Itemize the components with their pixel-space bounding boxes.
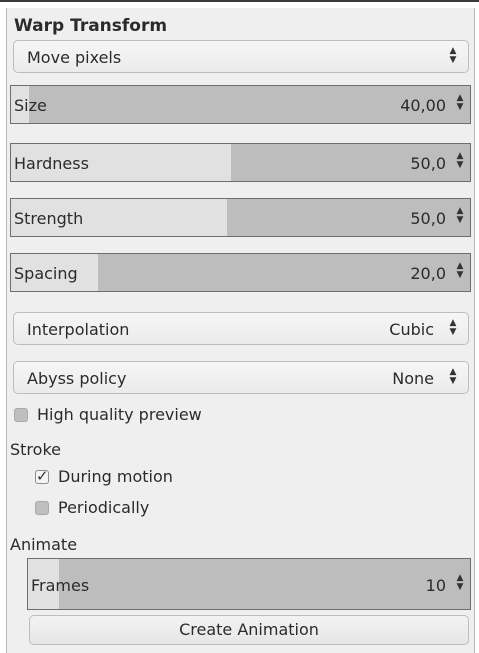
size-spinner[interactable]: Size 40,00 ▲ ▼ [10, 85, 471, 124]
strength-value: 50,0 [410, 209, 446, 228]
updown-arrows-icon[interactable]: ▲ ▼ [455, 574, 465, 594]
spacing-label: Spacing [14, 264, 78, 283]
periodically-checkbox[interactable] [35, 501, 49, 515]
updown-arrows-icon[interactable]: ▲ ▼ [455, 262, 465, 282]
hardness-value: 50,0 [410, 154, 446, 173]
spacing-value: 20,0 [410, 264, 446, 283]
stroke-section-label: Stroke [10, 440, 61, 459]
frames-label: Frames [31, 576, 90, 595]
checkmark-icon: ✓ [36, 467, 49, 485]
updown-arrows-icon[interactable]: ▲ ▼ [455, 94, 465, 114]
high-quality-preview-toggle[interactable]: High quality preview [14, 405, 274, 427]
behavior-value: Move pixels [27, 48, 122, 67]
strength-spinner[interactable]: Strength 50,0 ▲ ▼ [10, 198, 471, 237]
abyss-policy-value: None [392, 369, 434, 388]
frames-value: 10 [425, 576, 446, 595]
animate-section-label: Animate [10, 535, 78, 554]
during-motion-label: During motion [58, 467, 173, 486]
updown-arrows-icon[interactable]: ▲ ▼ [455, 152, 465, 172]
interpolation-label: Interpolation [27, 320, 130, 339]
updown-arrows-icon: ▲ ▼ [449, 46, 457, 65]
hardness-spinner[interactable]: Hardness 50,0 ▲ ▼ [10, 143, 471, 182]
abyss-policy-label: Abyss policy [27, 369, 127, 388]
spacing-spinner[interactable]: Spacing 20,0 ▲ ▼ [10, 253, 471, 292]
abyss-policy-combo[interactable]: Abyss policy None ▲ ▼ [13, 361, 469, 394]
high-quality-preview-checkbox[interactable] [14, 408, 28, 422]
high-quality-preview-label: High quality preview [37, 405, 202, 424]
hardness-label: Hardness [14, 154, 89, 173]
tool-options-window: Warp Transform Move pixels ▲ ▼ Size 40,00… [0, 0, 479, 653]
create-animation-button[interactable]: Create Animation [29, 615, 469, 645]
updown-arrows-icon[interactable]: ▲ ▼ [455, 207, 465, 227]
panel-title: Warp Transform [14, 16, 168, 36]
strength-label: Strength [14, 209, 84, 228]
periodically-label: Periodically [58, 498, 150, 517]
during-motion-checkbox[interactable]: ✓ [35, 467, 49, 485]
top-border [0, 0, 479, 2]
interpolation-value: Cubic [389, 320, 434, 339]
behavior-combo[interactable]: Move pixels ▲ ▼ [13, 40, 469, 73]
size-value: 40,00 [400, 96, 446, 115]
during-motion-toggle[interactable]: ✓ During motion [35, 467, 235, 489]
updown-arrows-icon: ▲ ▼ [449, 318, 457, 337]
size-label: Size [14, 96, 47, 115]
periodically-toggle[interactable]: Periodically [35, 498, 235, 520]
updown-arrows-icon: ▲ ▼ [449, 367, 457, 386]
frames-spinner[interactable]: Frames 10 ▲ ▼ [27, 558, 471, 610]
interpolation-combo[interactable]: Interpolation Cubic ▲ ▼ [13, 312, 469, 345]
